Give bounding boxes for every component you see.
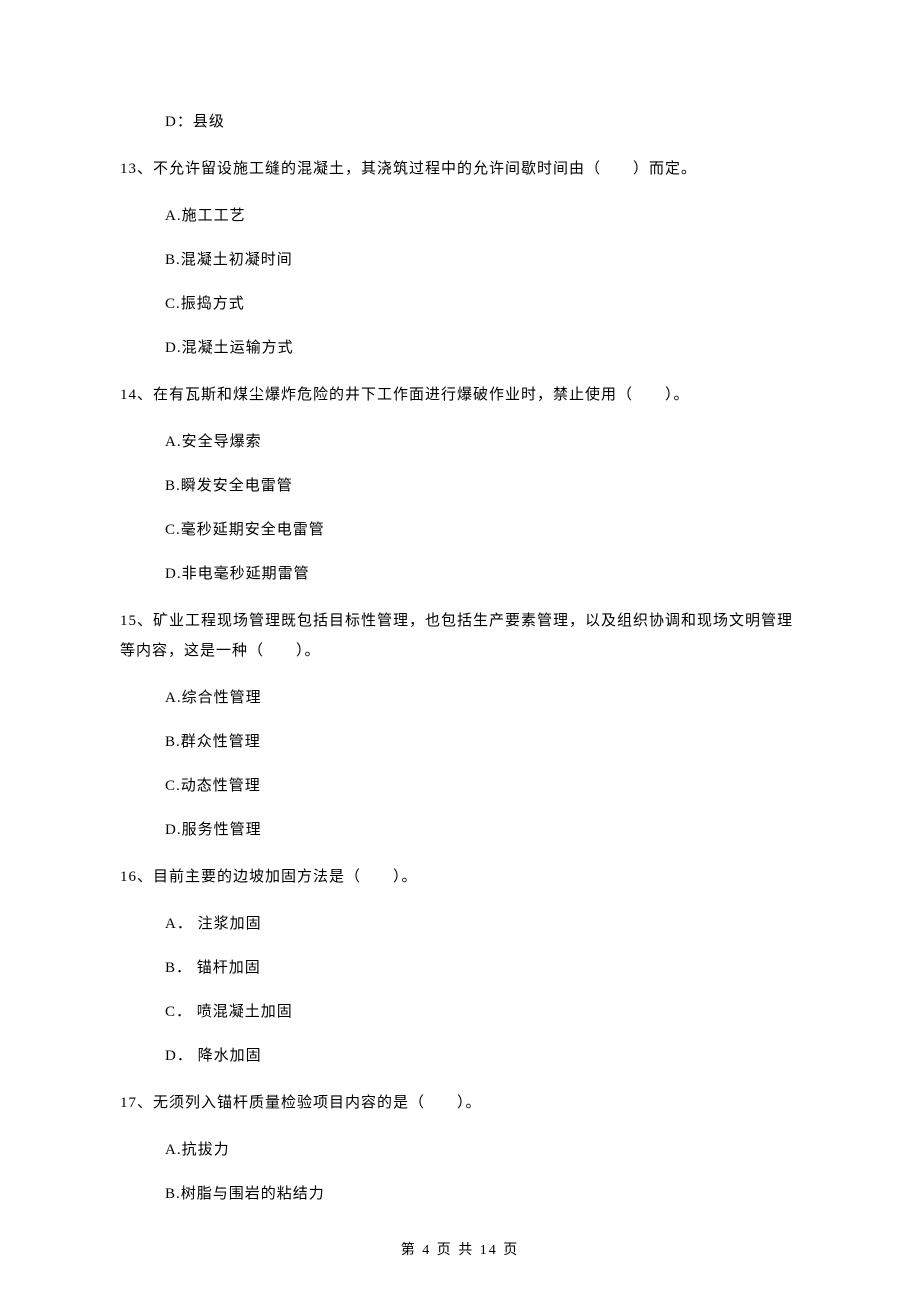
q14-option-a: A.安全导爆索 xyxy=(120,430,800,454)
q14-option-b: B.瞬发安全电雷管 xyxy=(120,474,800,498)
q14-text: 14、在有瓦斯和煤尘爆炸危险的井下工作面进行爆破作业时，禁止使用（ ）。 xyxy=(120,380,800,410)
q17-option-b: B.树脂与围岩的粘结力 xyxy=(120,1182,800,1206)
q14-option-d: D.非电毫秒延期雷管 xyxy=(120,562,800,586)
q15-option-a: A.综合性管理 xyxy=(120,686,800,710)
q13-option-b: B.混凝土初凝时间 xyxy=(120,248,800,272)
q12-option-d: D：县级 xyxy=(120,110,800,134)
q15-text: 15、矿业工程现场管理既包括目标性管理，也包括生产要素管理，以及组织协调和现场文… xyxy=(120,606,800,666)
q15-option-b: B.群众性管理 xyxy=(120,730,800,754)
q13-option-d: D.混凝土运输方式 xyxy=(120,336,800,360)
q16-option-a: A． 注浆加固 xyxy=(120,912,800,936)
q17-option-a: A.抗拔力 xyxy=(120,1138,800,1162)
q16-option-d: D． 降水加固 xyxy=(120,1044,800,1068)
q14-option-c: C.毫秒延期安全电雷管 xyxy=(120,518,800,542)
q16-text: 16、目前主要的边坡加固方法是（ ）。 xyxy=(120,862,800,892)
q13-option-a: A.施工工艺 xyxy=(120,204,800,228)
q16-option-c: C． 喷混凝土加固 xyxy=(120,1000,800,1024)
page-footer: 第 4 页 共 14 页 xyxy=(0,1240,920,1262)
q15-option-c: C.动态性管理 xyxy=(120,774,800,798)
q13-text: 13、不允许留设施工缝的混凝土，其浇筑过程中的允许间歇时间由（ ）而定。 xyxy=(120,154,800,184)
q16-option-b: B． 锚杆加固 xyxy=(120,956,800,980)
q17-text: 17、无须列入锚杆质量检验项目内容的是（ ）。 xyxy=(120,1088,800,1118)
q15-option-d: D.服务性管理 xyxy=(120,818,800,842)
q13-option-c: C.振捣方式 xyxy=(120,292,800,316)
